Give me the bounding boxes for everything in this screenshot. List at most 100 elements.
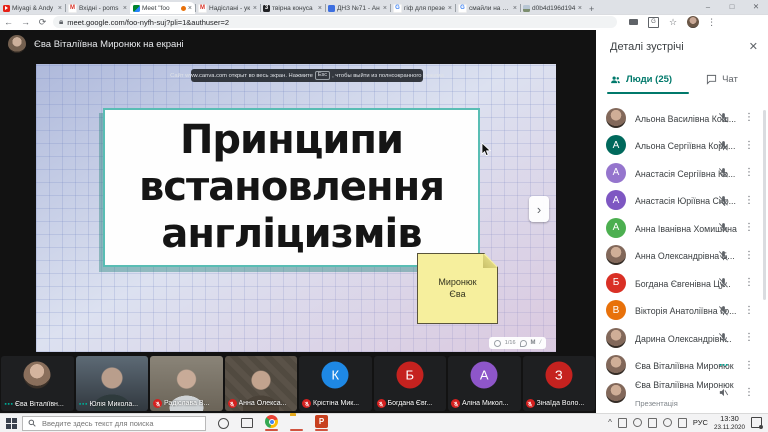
video-tile[interactable]: А Аліна Микол...: [448, 356, 521, 411]
minimize-icon[interactable]: –: [696, 0, 720, 13]
start-button[interactable]: [0, 418, 22, 429]
browser-tab[interactable]: M Вхідні - poms ×: [65, 2, 130, 14]
participant-menu-icon[interactable]: ⋮: [744, 387, 754, 398]
language-indicator[interactable]: РУС: [693, 418, 708, 427]
participant-row[interactable]: А Анастасія Юріївна Сир... ⋮: [596, 187, 764, 215]
avatar: А: [606, 190, 626, 210]
presentation-toolbar[interactable]: 1/16 M /: [489, 337, 546, 349]
browser-tab[interactable]: G гіф для презе ×: [390, 2, 455, 14]
close-icon[interactable]: ✕: [744, 0, 768, 13]
timer-icon[interactable]: [494, 340, 501, 347]
participant-row[interactable]: Єва Віталіївна Миронюк Презентація ⋮: [596, 379, 764, 407]
participant-menu-icon[interactable]: ⋮: [744, 332, 754, 343]
video-tile[interactable]: Анна Олекса...: [225, 356, 298, 411]
avatar: А: [606, 135, 626, 155]
tab-chat[interactable]: Чат: [706, 74, 738, 85]
taskbar-search[interactable]: [22, 416, 206, 431]
pointer-icon[interactable]: /: [540, 340, 542, 346]
speaking-indicator-icon: ⋯: [79, 402, 88, 407]
video-tile[interactable]: К Крістіна Мик...: [299, 356, 372, 411]
search-input[interactable]: [40, 418, 174, 429]
participant-row[interactable]: Альона Василівна Кош... ⋮: [596, 104, 764, 132]
url-text: meet.google.com/foo-nyfh-suj?pli=1&authu…: [67, 18, 229, 27]
participant-row[interactable]: В Вікторія Анатоліївна Го... ⋮: [596, 297, 764, 325]
back-icon[interactable]: ←: [0, 17, 17, 27]
participant-menu-icon[interactable]: ⋮: [744, 305, 754, 316]
tab-close-icon[interactable]: ×: [188, 5, 192, 12]
explorer-taskbar-button[interactable]: [290, 415, 303, 431]
powerpoint-taskbar-button[interactable]: P: [315, 415, 328, 431]
bookmark-star-icon[interactable]: ☆: [669, 17, 677, 28]
tab-close-icon[interactable]: ×: [513, 5, 517, 12]
video-tile[interactable]: Б Богдана Євг...: [374, 356, 447, 411]
tray-expand-icon[interactable]: ^: [608, 418, 612, 427]
taskbar-clock[interactable]: 13:30 23.11.2020: [714, 414, 745, 431]
participant-menu-icon[interactable]: ⋮: [744, 360, 754, 371]
video-tile[interactable]: ⋯ Єва Віталіївн...: [1, 356, 74, 411]
participant-row[interactable]: А Анастасія Сергіївна Ко... ⋮: [596, 159, 764, 187]
browser-tab[interactable]: M Надіслані - ук ×: [195, 2, 260, 14]
forward-icon[interactable]: →: [17, 17, 34, 27]
participant-menu-icon[interactable]: ⋮: [744, 250, 754, 261]
tray-network-icon[interactable]: [648, 418, 657, 428]
browser-tab[interactable]: G смайли на уро ×: [455, 2, 520, 14]
tile-name: Єва Віталіївн...: [15, 401, 64, 408]
new-tab-button[interactable]: +: [589, 4, 594, 14]
tab-close-icon[interactable]: ×: [123, 5, 127, 12]
participant-menu-icon[interactable]: ⋮: [744, 140, 754, 151]
extension-icon[interactable]: [629, 19, 638, 25]
participant-menu-icon[interactable]: ⋮: [744, 195, 754, 206]
tab-close-icon[interactable]: ×: [318, 5, 322, 12]
video-tile[interactable]: З Зінаїда Воло...: [523, 356, 596, 411]
tab-people[interactable]: Люди (25): [610, 74, 672, 85]
tray-app-icon[interactable]: [633, 418, 642, 427]
cortana-icon: [218, 418, 229, 429]
profile-avatar[interactable]: [687, 16, 699, 28]
browser-tab[interactable]: d0b4d196d194 ×: [520, 2, 585, 14]
maximize-icon[interactable]: □: [720, 0, 744, 13]
mic-off-icon: [718, 140, 729, 151]
participant-row[interactable]: Дарина Олександрівн... ⋮: [596, 324, 764, 352]
browser-menu-icon[interactable]: ⋮: [707, 17, 716, 28]
browser-tab[interactable]: ДНЗ №71 - Ан ×: [325, 2, 390, 14]
mic-off-icon: [718, 250, 729, 261]
chrome-taskbar-button[interactable]: [265, 415, 278, 431]
open-app-indicator: [265, 429, 278, 431]
mic-muted-icon: [526, 399, 535, 408]
meet-favicon: [133, 5, 140, 12]
next-slide-button[interactable]: ›: [529, 196, 549, 222]
tab-close-icon[interactable]: ×: [383, 5, 387, 12]
reload-icon[interactable]: ⟳: [34, 17, 51, 28]
tray-app-icon[interactable]: [618, 418, 627, 428]
participant-menu-icon[interactable]: ⋮: [744, 167, 754, 178]
browser-tab-active[interactable]: Meet "foo ×: [130, 2, 195, 14]
tray-sound-icon[interactable]: [663, 418, 672, 427]
video-tile[interactable]: Радіслава В...: [150, 356, 223, 411]
address-bar[interactable]: 🔒︎ meet.google.com/foo-nyfh-suj?pli=1&au…: [53, 16, 617, 28]
presenter-badge[interactable]: M: [531, 340, 536, 346]
powerpoint-icon: P: [315, 415, 328, 428]
browser-tab[interactable]: Miyagi & Andy ×: [0, 2, 65, 14]
translate-icon[interactable]: G: [648, 17, 659, 28]
comment-icon[interactable]: [520, 340, 527, 347]
tab-close-icon[interactable]: ×: [448, 5, 452, 12]
browser-tab[interactable]: 3 твірна конуса ×: [260, 2, 325, 14]
tab-close-icon[interactable]: ×: [58, 5, 62, 12]
panel-close-icon[interactable]: ✕: [749, 40, 758, 53]
tab-close-icon[interactable]: ×: [578, 5, 582, 12]
participant-row[interactable]: А Анна Іванівна Хомишина ⋮: [596, 214, 764, 242]
cortana-button[interactable]: [218, 418, 229, 429]
participant-row[interactable]: Б Богдана Євгенівна Цу... ⋮: [596, 269, 764, 297]
tray-battery-icon[interactable]: [678, 418, 687, 428]
action-center-icon[interactable]: [751, 417, 762, 428]
participant-menu-icon[interactable]: ⋮: [744, 222, 754, 233]
participant-row[interactable]: Анна Олександрівна Б... ⋮: [596, 242, 764, 270]
participant-row[interactable]: А Альона Сергіївна Корн... ⋮: [596, 132, 764, 160]
participant-menu-icon[interactable]: ⋮: [744, 112, 754, 123]
video-tile[interactable]: ⋯ Юлія Микола...: [76, 356, 149, 411]
participant-menu-icon[interactable]: ⋮: [744, 277, 754, 288]
tab-close-icon[interactable]: ×: [253, 5, 257, 12]
task-view-button[interactable]: [241, 418, 253, 428]
scrollbar[interactable]: [763, 110, 766, 300]
tab-title: Meet "foo: [142, 5, 179, 12]
